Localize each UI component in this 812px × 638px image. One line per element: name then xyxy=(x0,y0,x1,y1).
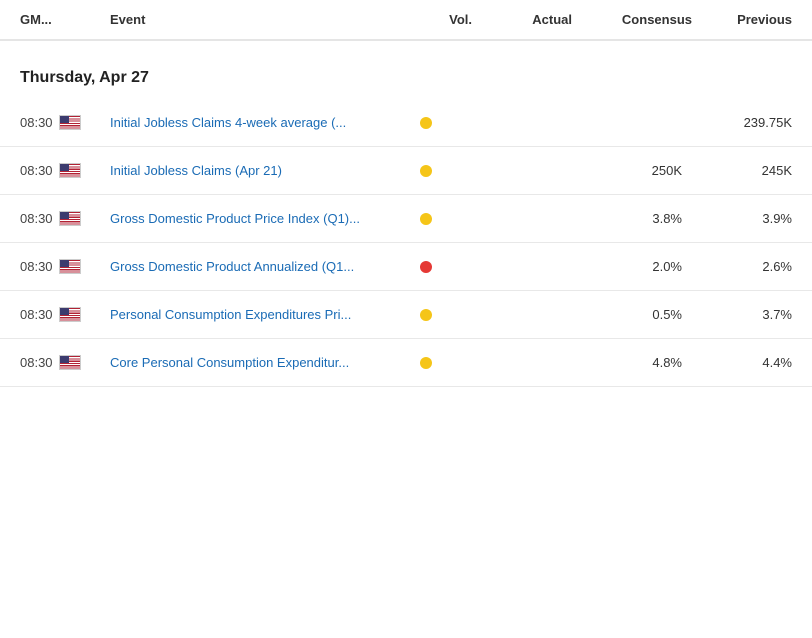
previous-value: 239.75K xyxy=(692,115,792,130)
time-flag-cell: 08:30 xyxy=(20,163,110,178)
previous-value: 3.7% xyxy=(692,307,792,322)
us-flag-icon xyxy=(59,355,81,370)
event-name[interactable]: Initial Jobless Claims 4-week average (.… xyxy=(110,115,412,130)
col-header-actual: Actual xyxy=(472,12,572,27)
event-name[interactable]: Initial Jobless Claims (Apr 21) xyxy=(110,163,412,178)
table-row: 08:30 Initial Jobless Claims 4-week aver… xyxy=(0,99,812,147)
previous-value: 2.6% xyxy=(692,259,792,274)
previous-value: 245K xyxy=(692,163,792,178)
volatility-dot xyxy=(420,165,432,177)
volatility-cell xyxy=(412,309,472,321)
time-value: 08:30 xyxy=(20,163,53,178)
us-flag-icon xyxy=(59,115,81,130)
consensus-value: 4.8% xyxy=(572,355,692,370)
volatility-dot xyxy=(420,261,432,273)
col-header-consensus: Consensus xyxy=(572,12,692,27)
consensus-value: 0.5% xyxy=(572,307,692,322)
consensus-value: 2.0% xyxy=(572,259,692,274)
table-row: 08:30 Gross Domestic Product Price Index… xyxy=(0,195,812,243)
section-date-label: Thursday, Apr 27 xyxy=(0,41,812,99)
us-flag-icon xyxy=(59,211,81,226)
time-value: 08:30 xyxy=(20,307,53,322)
volatility-cell xyxy=(412,357,472,369)
volatility-cell xyxy=(412,213,472,225)
consensus-value: 3.8% xyxy=(572,211,692,226)
table-row: 08:30 Personal Consumption Expenditures … xyxy=(0,291,812,339)
col-header-vol: Vol. xyxy=(412,12,472,27)
event-name[interactable]: Personal Consumption Expenditures Pri... xyxy=(110,307,412,322)
table-row: 08:30 Core Personal Consumption Expendit… xyxy=(0,339,812,387)
event-name[interactable]: Core Personal Consumption Expenditur... xyxy=(110,355,412,370)
volatility-cell xyxy=(412,117,472,129)
time-flag-cell: 08:30 xyxy=(20,355,110,370)
volatility-dot xyxy=(420,357,432,369)
previous-value: 3.9% xyxy=(692,211,792,226)
us-flag-icon xyxy=(59,259,81,274)
col-header-event: Event xyxy=(110,12,412,27)
time-flag-cell: 08:30 xyxy=(20,211,110,226)
time-value: 08:30 xyxy=(20,259,53,274)
table-row: 08:30 Gross Domestic Product Annualized … xyxy=(0,243,812,291)
time-flag-cell: 08:30 xyxy=(20,259,110,274)
volatility-dot xyxy=(420,213,432,225)
col-header-gm: GM... xyxy=(20,12,110,27)
col-header-previous: Previous xyxy=(692,12,792,27)
consensus-value: 250K xyxy=(572,163,692,178)
event-name[interactable]: Gross Domestic Product Annualized (Q1... xyxy=(110,259,412,274)
us-flag-icon xyxy=(59,307,81,322)
time-flag-cell: 08:30 xyxy=(20,115,110,130)
table-header: GM... Event Vol. Actual Consensus Previo… xyxy=(0,0,812,41)
volatility-cell xyxy=(412,165,472,177)
volatility-cell xyxy=(412,261,472,273)
previous-value: 4.4% xyxy=(692,355,792,370)
event-name[interactable]: Gross Domestic Product Price Index (Q1).… xyxy=(110,211,412,226)
time-flag-cell: 08:30 xyxy=(20,307,110,322)
rows-container: 08:30 Initial Jobless Claims 4-week aver… xyxy=(0,99,812,387)
volatility-dot xyxy=(420,117,432,129)
economic-calendar-table: GM... Event Vol. Actual Consensus Previo… xyxy=(0,0,812,387)
volatility-dot xyxy=(420,309,432,321)
time-value: 08:30 xyxy=(20,355,53,370)
time-value: 08:30 xyxy=(20,211,53,226)
table-row: 08:30 Initial Jobless Claims (Apr 21) 25… xyxy=(0,147,812,195)
us-flag-icon xyxy=(59,163,81,178)
time-value: 08:30 xyxy=(20,115,53,130)
